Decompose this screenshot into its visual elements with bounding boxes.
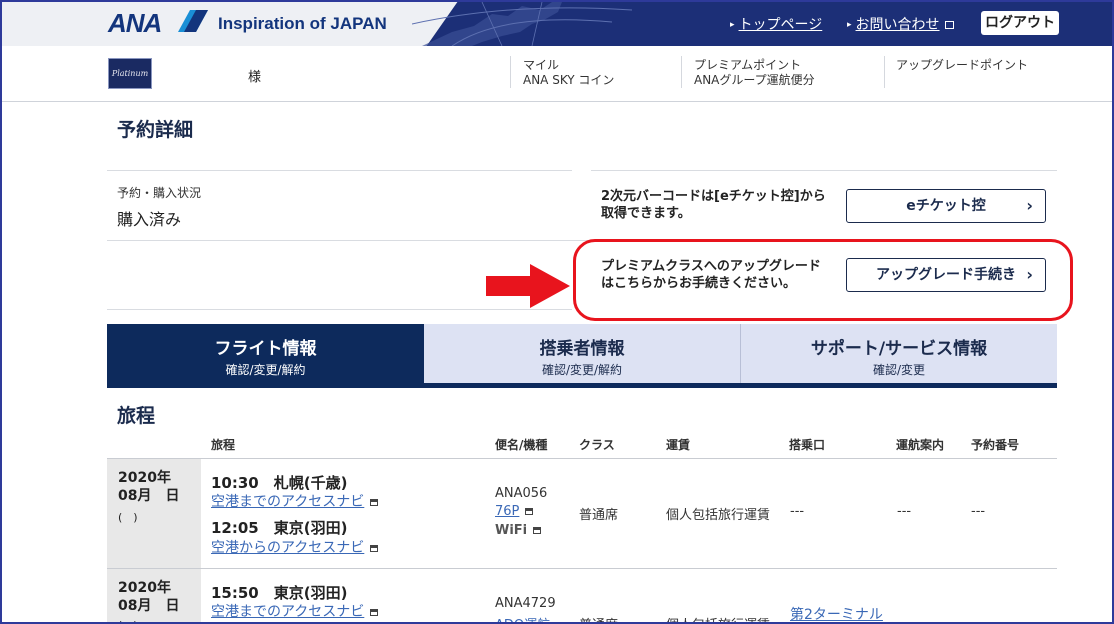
tab-label: フライト情報: [214, 339, 317, 359]
divider: [510, 56, 511, 88]
access-navi-link-label: 空港までのアクセスナビ: [211, 604, 365, 620]
external-window-icon: [944, 21, 954, 29]
upgrade-note-line: はこちらからお手続きください。: [601, 276, 797, 291]
member-bar: Platinum 様 マイル ANA SKY コイン プレミアムポイント ANA…: [2, 46, 1112, 102]
tab-label: サポート/サービス情報: [810, 339, 988, 359]
departure-time: 15:50 東京(羽田): [211, 584, 348, 602]
top-page-link[interactable]: ▸ トップページ: [730, 14, 822, 34]
flight-status: ---: [897, 504, 912, 519]
eticket-button[interactable]: eチケット控 ›: [846, 189, 1046, 223]
divider: [107, 170, 572, 171]
aircraft-link-label: 76P: [495, 504, 520, 519]
logout-button[interactable]: ログアウト: [981, 11, 1059, 35]
barcode-note-line: 2次元バーコードは[eチケット控]から: [601, 189, 826, 204]
tab-sublabel: 確認/変更/解約: [225, 363, 306, 377]
access-navi-link-label: 空港からのアクセスナビ: [211, 540, 365, 556]
fare-type: 個人包括旅行運賃: [666, 508, 771, 523]
divider: [107, 309, 572, 310]
tagline: Inspiration of JAPAN: [218, 14, 387, 33]
upgrade-button[interactable]: アップグレード手続き ›: [846, 258, 1046, 292]
arrival-time: 12:05 東京(羽田): [211, 519, 348, 537]
triangle-right-icon: ▸: [730, 20, 735, 30]
tab-bar: フライト情報 確認/変更/解約 搭乗者情報 確認/変更/解約 サポート/サービス…: [107, 324, 1057, 388]
date-weekday: ( ): [118, 617, 138, 624]
external-window-icon: [370, 609, 379, 616]
upgrade-note: プレミアムクラスへのアップグレード はこちらからお手続きください。: [601, 258, 821, 292]
date-weekday: ( ): [118, 511, 138, 524]
status-value: 購入済み: [117, 210, 182, 229]
upgrade-button-label: アップグレード手続き: [876, 267, 1016, 283]
top-page-link-label: トップページ: [738, 17, 823, 33]
triangle-right-icon: ▸: [847, 20, 852, 30]
divider: [884, 56, 885, 88]
red-arrow-icon: [486, 264, 570, 308]
divider: [107, 568, 1057, 569]
access-navi-link[interactable]: 空港までのアクセスナビ: [211, 601, 379, 621]
status-label: 予約・購入状況: [117, 186, 202, 200]
column-header: 搭乗口: [789, 438, 826, 452]
page-title: 予約詳細: [117, 119, 194, 141]
wifi-badge[interactable]: WiFi: [495, 523, 542, 538]
member-name: 様: [248, 70, 262, 85]
column-header: クラス: [579, 438, 615, 452]
external-window-icon: [370, 499, 379, 506]
divider: [591, 170, 1057, 171]
tab-sublabel: 確認/変更: [872, 363, 926, 377]
seat-class: 普通席: [579, 508, 619, 523]
seat-class: 普通席: [579, 614, 618, 624]
tab-label: 搭乗者情報: [539, 339, 625, 359]
divider: [681, 56, 682, 88]
aircraft-link[interactable]: ADO運航: [495, 614, 550, 624]
column-header: 予約番号: [971, 438, 1020, 452]
date-year: 2020年: [118, 470, 171, 486]
eticket-button-label: eチケット控: [906, 198, 986, 214]
column-header: 運賃: [666, 438, 691, 452]
flight-number: ANA056: [495, 486, 548, 501]
date-month-day: 08月 日: [118, 598, 180, 614]
access-navi-link[interactable]: 空港からのアクセスナビ: [211, 537, 379, 557]
column-header: 旅程: [211, 438, 236, 452]
external-window-icon: [525, 508, 534, 515]
column-header: 便名/機種: [495, 438, 548, 452]
barcode-note-line: 取得できます。: [601, 206, 691, 221]
gate: ---: [790, 504, 805, 519]
tab-passenger-info[interactable]: 搭乗者情報 確認/変更/解約: [424, 324, 740, 383]
date-month-day: 08月 日: [118, 488, 180, 504]
tab-support-service[interactable]: サポート/サービス情報 確認/変更: [741, 324, 1057, 383]
contact-link-label: お問い合わせ: [855, 17, 940, 33]
premium-points-label: プレミアムポイント: [694, 58, 802, 72]
booking-number: ---: [971, 504, 986, 519]
group-flight-label: ANAグループ運航便分: [694, 73, 815, 87]
contact-link[interactable]: ▸ お問い合わせ: [847, 14, 954, 34]
flight-number: ANA4729: [495, 596, 556, 611]
barcode-note: 2次元バーコードは[eチケット控]から 取得できます。: [601, 188, 826, 222]
divider: [107, 458, 1057, 459]
platinum-card-icon: Platinum: [108, 58, 152, 89]
access-navi-link-label: 空港までのアクセスナビ: [211, 494, 365, 510]
wifi-label: WiFi: [495, 523, 528, 538]
column-header: 運航案内: [896, 438, 945, 452]
fare-type: 個人包括旅行運賃: [666, 614, 770, 624]
world-map-decoration: [412, 2, 632, 46]
tab-sublabel: 確認/変更/解約: [541, 363, 623, 377]
chevron-right-icon: ›: [1026, 265, 1033, 284]
tab-flight-info[interactable]: フライト情報 確認/変更/解約: [107, 324, 424, 383]
departure-time: 10:30 札幌(千歳): [211, 474, 348, 492]
external-window-icon: [533, 527, 542, 534]
site-header: ANA Inspiration of JAPAN ▸ トップページ ▸ お問い合わせ…: [2, 2, 1112, 46]
sky-coin-label: ANA SKY コイン: [523, 73, 615, 87]
ana-logo-stripe-icon: [178, 10, 208, 32]
upgrade-note-line: プレミアムクラスへのアップグレード: [601, 259, 821, 274]
terminal-link[interactable]: 第2ターミナル: [790, 604, 883, 624]
aircraft-link[interactable]: 76P: [495, 504, 534, 519]
external-window-icon: [370, 545, 379, 552]
date-year: 2020年: [118, 580, 171, 596]
miles-label: マイル: [523, 58, 560, 72]
upgrade-points-label: アップグレードポイント: [896, 58, 1029, 72]
itinerary-title: 旅程: [117, 405, 156, 427]
chevron-right-icon: ›: [1026, 196, 1033, 215]
ana-logo[interactable]: ANA: [108, 8, 162, 39]
access-navi-link[interactable]: 空港までのアクセスナビ: [211, 491, 379, 511]
